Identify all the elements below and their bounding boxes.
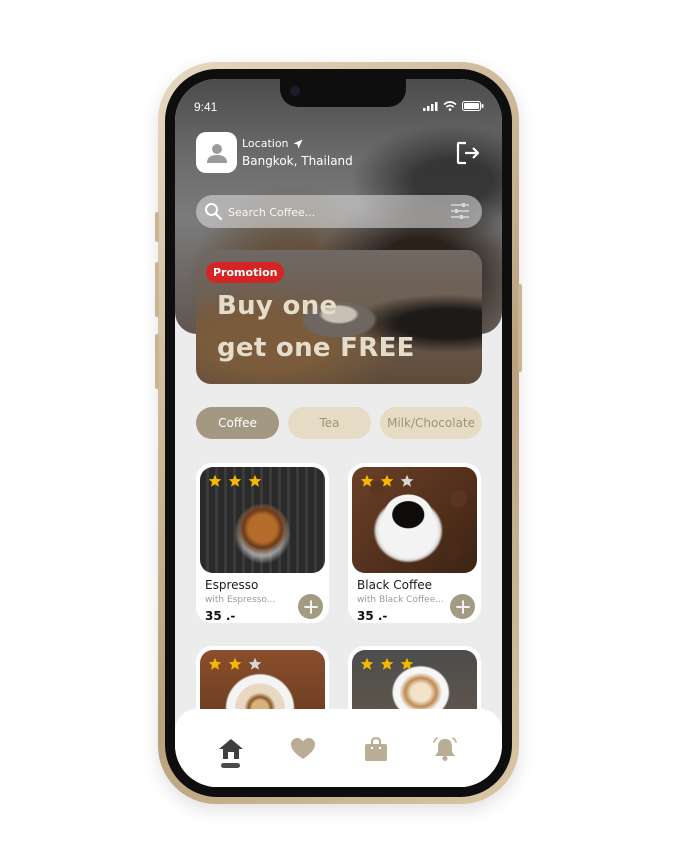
product-card-black-coffee[interactable]: Black Coffee with Black Coffee... 35 .-	[348, 463, 481, 623]
home-icon	[219, 739, 243, 759]
rating-stars	[360, 474, 414, 488]
promotion-badge: Promotion	[206, 262, 285, 283]
status-icons	[423, 101, 484, 111]
product-photo	[200, 467, 325, 573]
product-photo	[352, 467, 477, 573]
rating-stars	[208, 657, 262, 671]
star-empty-icon	[400, 474, 414, 487]
navigation-arrow-icon	[293, 139, 303, 148]
bell-icon	[433, 737, 457, 761]
product-name: Black Coffee	[357, 578, 433, 592]
nav-home[interactable]	[216, 734, 246, 764]
add-to-cart-button[interactable]	[298, 594, 323, 619]
star-filled-icon	[360, 657, 374, 670]
bottom-navigation	[175, 709, 502, 787]
avatar[interactable]	[196, 132, 237, 173]
search-input[interactable]	[226, 199, 440, 225]
product-description: with Black Coffee...	[357, 595, 444, 605]
nav-notifications[interactable]	[430, 734, 460, 764]
product-description: with Espresso...	[205, 595, 276, 605]
power-button	[518, 284, 522, 372]
volume-down-button	[155, 334, 159, 389]
add-to-cart-button[interactable]	[450, 594, 475, 619]
product-price: 35 .-	[205, 609, 236, 623]
star-empty-icon	[248, 657, 262, 670]
star-filled-icon	[380, 474, 394, 487]
location-value[interactable]: Bangkok, Thailand	[242, 154, 353, 168]
product-price: 35 .-	[357, 609, 388, 623]
active-nav-indicator	[221, 763, 240, 768]
heart-icon	[291, 738, 315, 759]
app-screen: 9:41 Location Bangkok, Thailand Search C…	[175, 79, 502, 787]
product-card-espresso[interactable]: Espresso with Espresso... 35 .-	[196, 463, 329, 623]
star-filled-icon	[228, 474, 242, 487]
mute-switch	[155, 212, 159, 242]
location-label-text: Location	[242, 137, 289, 150]
rating-stars	[360, 657, 414, 671]
tab-tea[interactable]: Tea	[288, 407, 371, 439]
signal-icon	[423, 101, 438, 111]
user-icon	[206, 143, 227, 163]
plus-icon	[455, 599, 470, 614]
search-bar[interactable]	[196, 195, 482, 228]
front-camera	[290, 86, 300, 96]
notch	[280, 79, 406, 107]
shopping-bag-icon	[365, 736, 387, 761]
search-icon	[205, 203, 223, 221]
promotion-headline-line1: Buy one	[217, 291, 338, 321]
location-label: Location	[242, 137, 303, 150]
status-time: 9:41	[194, 100, 218, 114]
star-filled-icon	[360, 474, 374, 487]
product-name: Espresso	[205, 578, 259, 592]
phone-frame: 9:41 Location Bangkok, Thailand Search C…	[155, 62, 522, 804]
tab-milk-chocolate[interactable]: Milk/Chocolate	[380, 407, 482, 439]
nav-favorites[interactable]	[288, 734, 318, 764]
sliders-icon[interactable]	[450, 202, 470, 220]
star-filled-icon	[248, 474, 262, 487]
star-filled-icon	[400, 657, 414, 670]
logout-button[interactable]	[454, 139, 482, 167]
promotion-headline-line2: get one FREE	[217, 333, 415, 363]
star-filled-icon	[228, 657, 242, 670]
battery-icon	[462, 101, 484, 111]
star-filled-icon	[208, 474, 222, 487]
tab-coffee[interactable]: Coffee	[196, 407, 279, 439]
plus-icon	[303, 599, 318, 614]
star-filled-icon	[208, 657, 222, 670]
nav-cart[interactable]	[361, 734, 391, 764]
star-filled-icon	[380, 657, 394, 670]
volume-up-button	[155, 262, 159, 317]
phone-bezel: 9:41 Location Bangkok, Thailand Search C…	[165, 69, 512, 797]
logout-icon	[456, 141, 480, 165]
promotion-banner[interactable]: Promotion Buy one get one FREE	[196, 250, 482, 384]
rating-stars	[208, 474, 262, 488]
wifi-icon	[443, 101, 457, 111]
